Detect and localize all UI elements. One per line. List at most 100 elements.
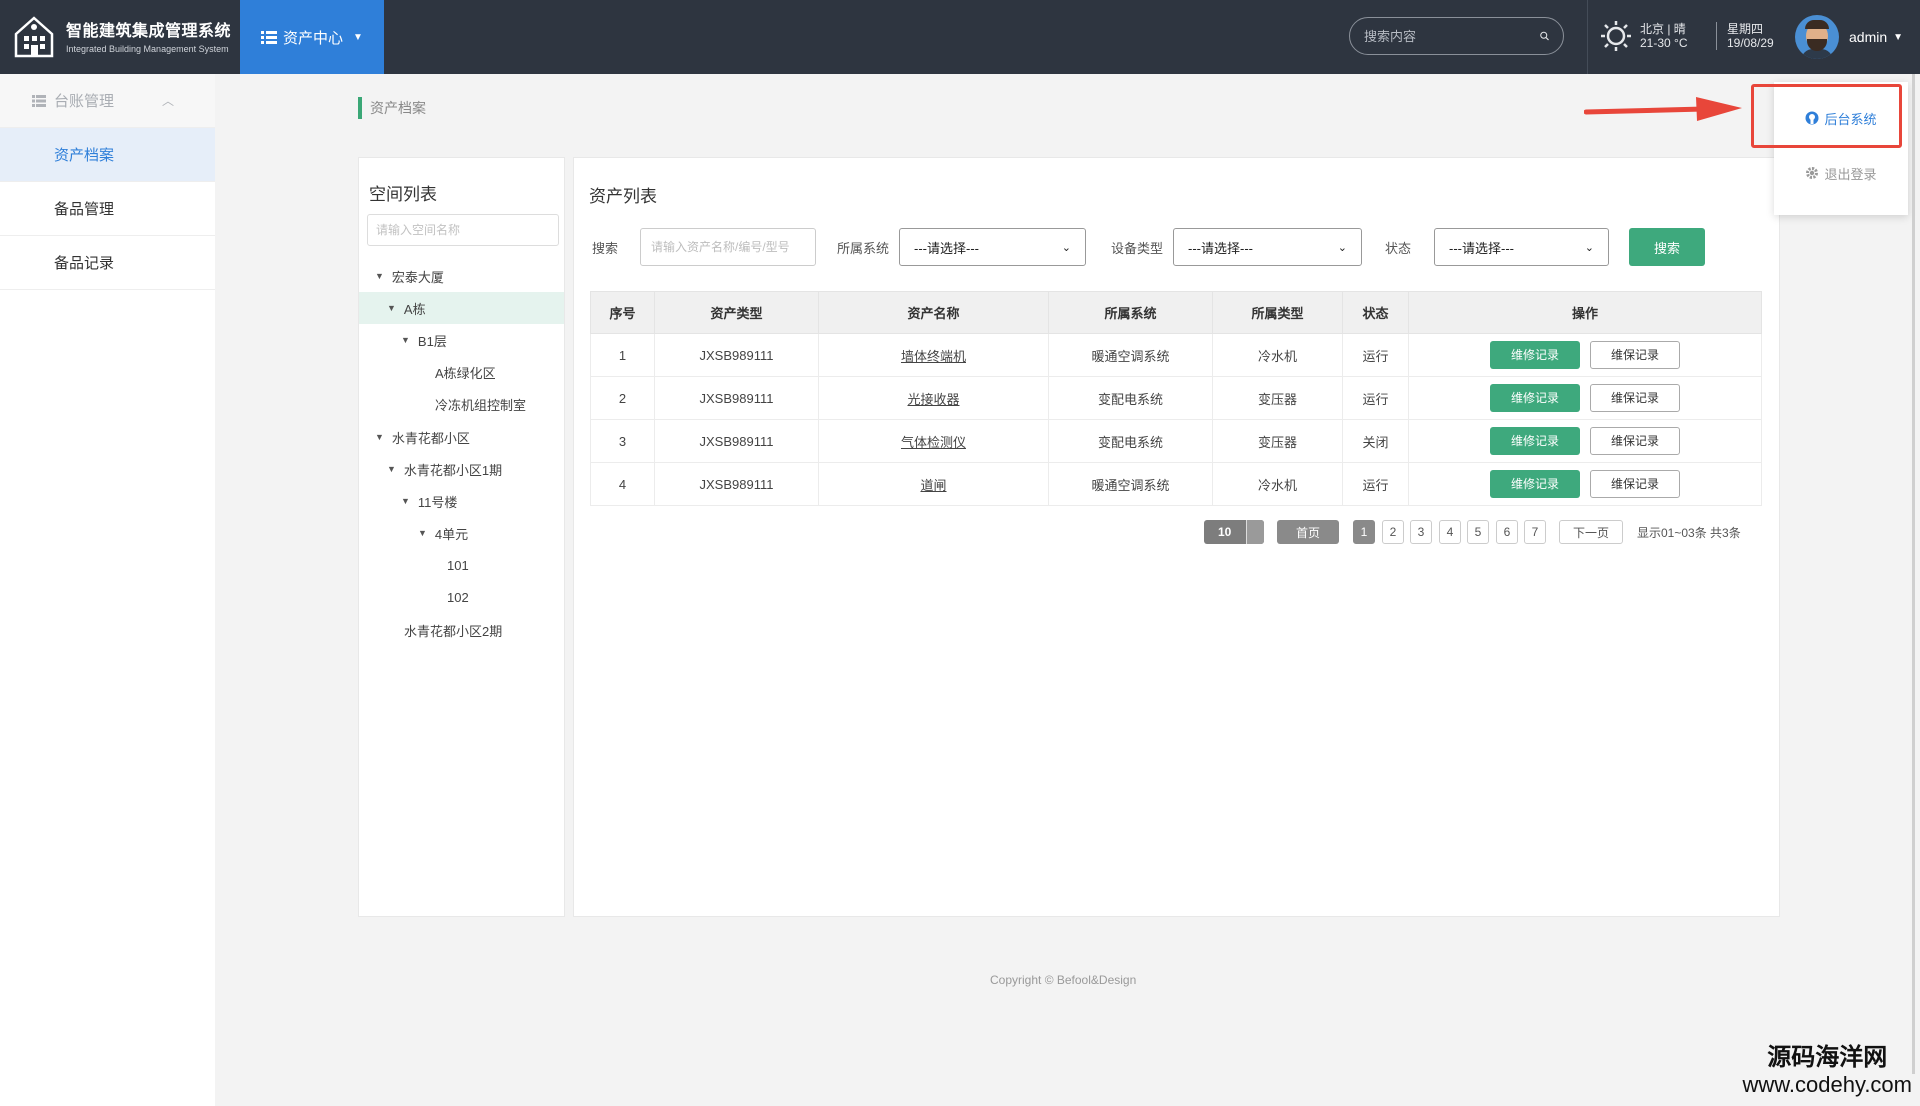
asset-name-link[interactable]: 道闸 [920, 478, 946, 493]
tree-node[interactable]: ▼ 水青花都小区1期 [359, 453, 564, 485]
cell-status: 运行 [1342, 333, 1409, 377]
maintenance-record-button[interactable]: 维保记录 [1590, 427, 1680, 455]
user-dropdown[interactable]: admin ▼ [1795, 15, 1903, 59]
repair-record-button[interactable]: 维修记录 [1490, 427, 1580, 455]
system-select[interactable]: ---请选择--- ⌄ [899, 228, 1086, 266]
cell-status: 关闭 [1342, 419, 1409, 463]
tree-node[interactable]: ▼ 宏泰大厦 [359, 260, 564, 292]
tree-node[interactable]: ▼ 4单元 [359, 517, 564, 549]
page-number-button[interactable]: 7 [1524, 520, 1546, 544]
sidebar-item-label: 资产档案 [54, 147, 115, 164]
asset-name-link[interactable]: 气体检测仪 [901, 435, 966, 450]
pagination-info: 显示01~03条 共3条 [1637, 525, 1741, 540]
space-search-input[interactable] [367, 214, 559, 246]
menu-item-logout[interactable]: 退出登录 [1774, 153, 1908, 193]
gear-icon [1806, 167, 1819, 179]
cell-no: 4 [590, 462, 655, 506]
maintenance-record-button[interactable]: 维保记录 [1590, 384, 1680, 412]
cell-type: JXSB989111 [654, 376, 819, 420]
sidebar-item-spare-management[interactable]: 备品管理 [0, 182, 215, 236]
date-value: 19/08/29 [1727, 36, 1774, 50]
highlight-box [1751, 84, 1902, 148]
chevron-down-icon: ⌄ [1337, 241, 1347, 254]
tree-node[interactable]: 101 [359, 549, 564, 581]
tree-node-label: 水青花都小区2期 [404, 623, 503, 639]
search-button[interactable]: 搜索 [1629, 228, 1705, 266]
header-divider [1587, 0, 1588, 74]
sidebar-item-spare-records[interactable]: 备品记录 [0, 236, 215, 290]
cell-category: 变压器 [1212, 376, 1343, 420]
page-number-button[interactable]: 2 [1382, 520, 1404, 544]
page-number-button[interactable]: 5 [1467, 520, 1489, 544]
chevron-up-icon[interactable]: ︿ [162, 92, 174, 109]
username: admin [1849, 29, 1888, 45]
tree-node[interactable]: ▼ 水青花都小区 [359, 421, 564, 453]
breadcrumb: 资产档案 [358, 97, 426, 119]
asset-list-title: 资产列表 [589, 187, 657, 206]
repair-record-button[interactable]: 维修记录 [1490, 470, 1580, 498]
tree-node[interactable]: ▼ A栋 [359, 292, 564, 324]
column-header: 资产类型 [654, 291, 819, 334]
menu-item-label: 退出登录 [1824, 166, 1877, 182]
tree-node[interactable]: 水青花都小区2期 [359, 614, 564, 646]
search-icon[interactable] [1540, 27, 1549, 45]
watermark: 源码海洋网 www.codehy.com [1742, 1037, 1912, 1098]
filter-status-label: 状态 [1385, 240, 1412, 256]
header-search[interactable] [1349, 17, 1564, 55]
sidebar-item-label: 备品记录 [54, 255, 115, 272]
page-size-value: 10 [1218, 525, 1232, 539]
sidebar-group-ledger[interactable]: 台账管理 ︿ [0, 74, 215, 128]
first-page-button[interactable]: 首页 [1277, 520, 1339, 544]
tree-node-label: 水青花都小区1期 [403, 462, 503, 478]
sidebar: 台账管理 ︿ 资产档案 备品管理 备品记录 [0, 74, 215, 1106]
logo[interactable]: 智能建筑集成管理系统 Integrated Building Managemen… [12, 12, 231, 58]
header-search-input[interactable] [1364, 28, 1540, 44]
caret-down-icon[interactable]: ▼ [375, 432, 384, 442]
tree-node[interactable]: A栋绿化区 [359, 356, 564, 388]
page-number-button[interactable]: 6 [1496, 520, 1518, 544]
caret-down-icon[interactable]: ▼ [401, 335, 410, 345]
cell-category: 变压器 [1212, 419, 1343, 463]
nav-asset-center[interactable]: 资产中心 ▼ [240, 0, 384, 74]
sun-icon [1601, 21, 1631, 51]
asset-name-link[interactable]: 墙体终端机 [901, 349, 966, 364]
cell-category: 冷水机 [1212, 462, 1343, 506]
tree-node-label: 水青花都小区 [391, 430, 470, 446]
cell-status: 运行 [1342, 376, 1409, 420]
tree-node-label: 101 [447, 557, 469, 573]
table-row: 1 JXSB989111 墙体终端机 暖通空调系统 冷水机 运行 维修记录 维保记… [590, 333, 1762, 377]
asset-name-link[interactable]: 光接收器 [907, 392, 959, 407]
repair-record-button[interactable]: 维修记录 [1490, 384, 1580, 412]
device-type-select[interactable]: ---请选择--- ⌄ [1173, 228, 1362, 266]
repair-record-button[interactable]: 维修记录 [1490, 341, 1580, 369]
maintenance-record-button[interactable]: 维保记录 [1590, 470, 1680, 498]
caret-down-icon[interactable]: ▼ [375, 271, 384, 281]
weather-temp: 21-30 °C [1640, 36, 1688, 50]
tree-node[interactable]: ▼ B1层 [359, 324, 564, 356]
status-select[interactable]: ---请选择--- ⌄ [1434, 228, 1609, 266]
red-arrow-icon [1584, 97, 1742, 121]
tree-node[interactable]: 冷冻机组控制室 [359, 388, 564, 420]
tree-node[interactable]: 102 [359, 581, 564, 613]
sidebar-item-asset-archive[interactable]: 资产档案 [0, 128, 215, 182]
caret-down-icon[interactable]: ▼ [387, 464, 396, 474]
next-page-button[interactable]: 下一页 [1559, 520, 1623, 544]
window-edge [1912, 74, 1915, 1074]
page-number-button[interactable]: 3 [1410, 520, 1432, 544]
maintenance-record-button[interactable]: 维保记录 [1590, 341, 1680, 369]
breadcrumb-current: 资产档案 [370, 100, 426, 116]
caret-down-icon[interactable]: ▼ [418, 528, 427, 538]
space-list-title: 空间列表 [369, 185, 437, 204]
page-number-button[interactable]: 1 [1353, 520, 1375, 544]
caret-down-icon[interactable]: ▼ [401, 496, 410, 506]
app-subtitle: Integrated Building Management System [66, 43, 229, 54]
caret-down-icon[interactable]: ▼ [387, 303, 396, 313]
tree-node-label: 冷冻机组控制室 [435, 397, 527, 413]
tree-node-label: 4单元 [434, 526, 469, 542]
column-header: 所属类型 [1212, 291, 1343, 334]
tree-node[interactable]: ▼ 11号楼 [359, 485, 564, 517]
avatar[interactable] [1795, 15, 1839, 59]
page-number-button[interactable]: 4 [1439, 520, 1461, 544]
page-size-select[interactable]: 10 [1204, 520, 1264, 544]
asset-search-input[interactable] [640, 228, 816, 266]
